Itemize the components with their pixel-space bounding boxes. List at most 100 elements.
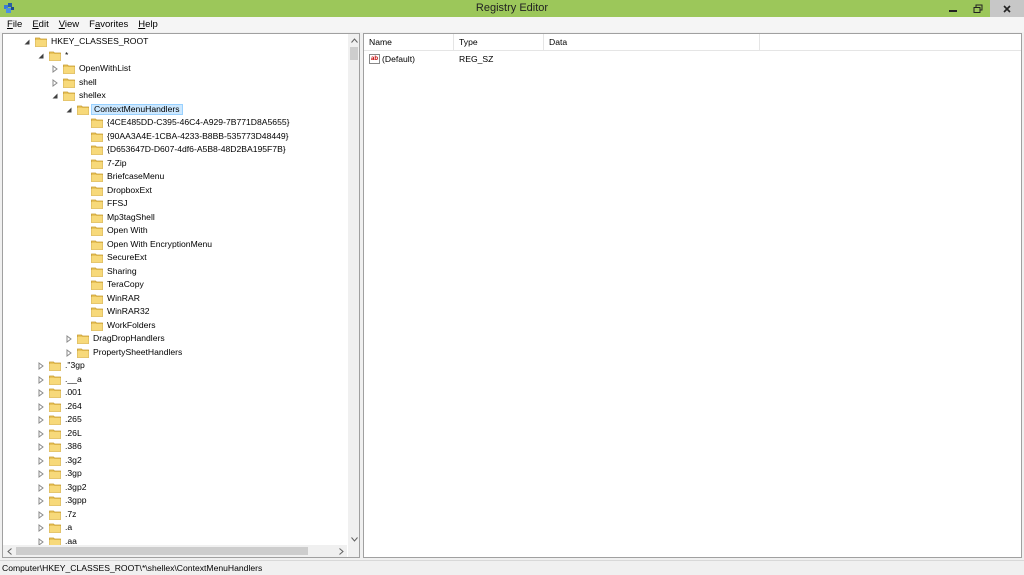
folder-icon [91,131,103,142]
expand-arrow-icon[interactable] [37,429,45,438]
expand-arrow-icon[interactable] [37,402,45,411]
close-button[interactable] [990,0,1024,17]
tree-node[interactable]: BriefcaseMenu [3,170,347,184]
menu-edit[interactable]: Edit [28,19,52,30]
folder-icon [91,212,103,223]
tree-node[interactable]: TeraCopy [3,278,347,292]
tree-node[interactable]: .3gp2 [3,481,347,495]
expand-arrow-icon[interactable] [37,537,45,545]
column-header-type[interactable]: Type [454,34,544,51]
tree-node-label: TeraCopy [107,279,144,289]
menu-favorites[interactable]: Favorites [85,19,132,30]
tree-node[interactable]: .386 [3,440,347,454]
expand-arrow-icon[interactable] [37,456,45,465]
scroll-left-button[interactable] [3,545,15,557]
tree-node[interactable]: SecureExt [3,251,347,265]
folder-icon [77,104,89,115]
collapse-arrow-icon[interactable] [51,92,59,100]
expand-arrow-icon[interactable] [37,416,45,424]
tree-node[interactable]: .26L [3,427,347,441]
folder-icon [91,306,103,317]
registry-key-tree[interactable]: HKEY_CLASSES_ROOT * OpenWithList shell shell… [2,33,360,558]
scroll-up-button[interactable] [348,34,359,46]
collapse-arrow-icon[interactable] [23,38,31,46]
column-header-name[interactable]: Name [364,34,454,51]
expand-arrow-icon[interactable] [37,524,45,532]
tree-node[interactable]: Mp3tagShell [3,211,347,225]
expand-arrow-icon[interactable] [37,443,45,451]
tree-node-label: {D653647D-D607-4df6-A5B8-48D2BA195F7B} [107,144,286,154]
folder-icon [49,482,61,493]
expand-arrow-icon[interactable] [37,470,45,478]
expand-arrow-icon[interactable] [37,510,45,519]
tree-node[interactable]: .264 [3,400,347,414]
tree-node[interactable]: {90AA3A4E-1CBA-4233-B8BB-535773D48449} [3,130,347,144]
list-row[interactable]: ab (Default) REG_SZ [364,53,1021,66]
tree-node[interactable]: ."3gp [3,359,347,373]
scroll-thumb[interactable] [350,47,358,60]
tree-node[interactable]: WorkFolders [3,319,347,333]
scroll-thumb-horizontal[interactable] [16,547,308,555]
tree-node[interactable]: DragDropHandlers [3,332,347,346]
maximize-button[interactable] [966,0,990,17]
folder-icon [91,185,103,196]
tree-node[interactable]: OpenWithList [3,62,347,76]
tree-node[interactable]: shellex [3,89,347,103]
tree-node[interactable]: WinRAR32 [3,305,347,319]
tree-node[interactable]: 7-Zip [3,157,347,171]
folder-icon [49,401,61,412]
tree-node[interactable]: PropertySheetHandlers [3,346,347,360]
scroll-right-button[interactable] [335,545,347,557]
tree-node-label: .26L [65,427,82,438]
collapse-arrow-icon[interactable] [65,106,73,114]
tree-node[interactable]: .3g2 [3,454,347,468]
folder-icon [91,293,103,304]
folder-icon [35,36,47,47]
expand-arrow-icon[interactable] [37,362,45,370]
tree-horizontal-scrollbar[interactable] [3,545,347,557]
expand-arrow-icon[interactable] [65,335,73,343]
column-header-data[interactable]: Data [544,34,760,51]
expand-arrow-icon[interactable] [37,375,45,384]
tree-node[interactable]: .7z [3,508,347,522]
tree-node[interactable]: {4CE485DD-C395-46C4-A929-7B771D8A5655} [3,116,347,130]
tree-node[interactable]: DropboxExt [3,184,347,198]
expand-arrow-icon[interactable] [51,65,59,73]
tree-node[interactable]: .__a [3,373,347,387]
tree-node[interactable]: .a [3,521,347,535]
tree-node[interactable]: HKEY_CLASSES_ROOT [3,35,347,49]
tree-node[interactable]: .3gp [3,467,347,481]
tree-node[interactable]: WinRAR [3,292,347,306]
expand-arrow-icon[interactable] [65,348,73,357]
expand-arrow-icon[interactable] [37,389,45,397]
tree-node[interactable]: * [3,49,347,63]
tree-node[interactable]: .001 [3,386,347,400]
expand-arrow-icon[interactable] [51,78,59,87]
tree-node[interactable]: ContextMenuHandlers [3,103,347,117]
tree-node[interactable]: .265 [3,413,347,427]
tree-node[interactable]: FFSJ [3,197,347,211]
folder-icon [63,90,75,101]
folder-icon [91,266,103,277]
tree-node-label: .aa [65,535,77,546]
tree-node[interactable]: Sharing [3,265,347,279]
tree-node[interactable]: .aa [3,535,347,546]
folder-icon [77,333,89,344]
tree-node[interactable]: Open With EncryptionMenu [3,238,347,252]
minimize-button[interactable] [940,0,966,17]
menu-file[interactable]: File [3,19,26,30]
registry-values-list[interactable]: Name Type Data ab (Default) REG_SZ [363,33,1022,558]
tree-node[interactable]: shell [3,76,347,90]
menu-view[interactable]: View [55,19,83,30]
scroll-down-button[interactable] [348,533,359,545]
tree-node[interactable]: Open With [3,224,347,238]
minimize-icon [949,9,957,12]
tree-node[interactable]: .3gpp [3,494,347,508]
folder-icon [91,225,103,236]
tree-node[interactable]: {D653647D-D607-4df6-A5B8-48D2BA195F7B} [3,143,347,157]
expand-arrow-icon[interactable] [37,483,45,492]
tree-vertical-scrollbar[interactable] [348,34,359,545]
menu-help[interactable]: Help [134,19,162,30]
collapse-arrow-icon[interactable] [37,52,45,60]
expand-arrow-icon[interactable] [37,497,45,505]
